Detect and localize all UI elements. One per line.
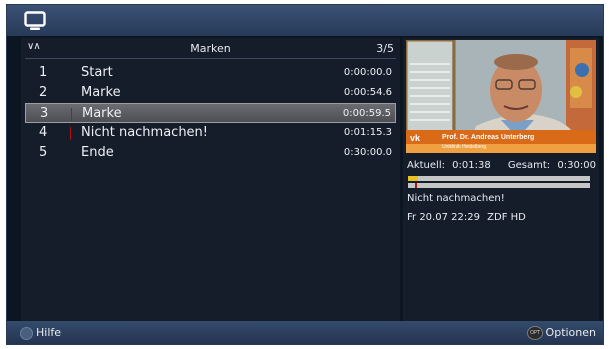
help-label[interactable]: Hilfe [36, 326, 61, 339]
list-title: Marken [190, 42, 231, 55]
list-item[interactable]: 2 Marke 0:00:54.6 [25, 83, 396, 103]
item-name: Nicht nachmachen! [81, 125, 209, 140]
preview-panel: vk Prof. Dr. Andreas Unterberg Uniklinik… [403, 38, 599, 322]
tv-icon [24, 11, 46, 30]
marker-tick [415, 183, 417, 188]
item-time: 0:00:59.5 [342, 108, 391, 119]
help-button-icon[interactable] [20, 327, 33, 340]
item-name: Ende [81, 145, 114, 160]
item-time: 0:30:00.0 [343, 147, 392, 158]
list-item-selected[interactable]: 3 Marke 0:00:59.5 [25, 103, 396, 123]
program-date: Fr 20.07 22:29 ZDF HD [407, 212, 526, 223]
date-text: Fr 20.07 22:29 [407, 212, 480, 223]
progress-bar [408, 176, 590, 181]
marker-indicator [71, 108, 72, 121]
top-bar [7, 5, 603, 36]
caption-sub: Uniklinik Heidelberg [442, 144, 486, 150]
item-name: Marke [82, 106, 122, 121]
item-number: 5 [39, 145, 48, 160]
gesamt-value: 0:30:00 [557, 160, 596, 171]
marker-list-window: ∨∧ Marken 3/5 1 Start 0:00:00.0 2 Marke … [6, 4, 604, 345]
item-time: 0:00:00.0 [343, 67, 392, 78]
channel-name: ZDF HD [487, 212, 526, 223]
list-item[interactable]: 5 Ende 0:30:00.0 [25, 143, 396, 163]
item-number: 4 [39, 125, 48, 140]
marker-bar [408, 183, 590, 188]
header-divider [25, 58, 396, 59]
list-item[interactable]: 4 Nicht nachmachen! 0:01:15.3 [25, 123, 396, 143]
list-item[interactable]: 1 Start 0:00:00.0 [25, 63, 396, 83]
item-time: 0:00:54.6 [343, 87, 392, 98]
channel-logo: vk [410, 133, 421, 143]
time-info: Aktuell: 0:01:38 Gesamt: 0:30:00 [407, 160, 596, 171]
item-number: 2 [39, 85, 48, 100]
item-name: Start [81, 65, 113, 80]
footer-bar: Hilfe OPT Optionen [7, 321, 603, 344]
aktuell-label: Aktuell: [407, 160, 445, 171]
list-position: 3/5 [376, 42, 394, 55]
aktuell-value: 0:01:38 [452, 160, 491, 171]
gesamt-label: Gesamt: [507, 160, 551, 171]
options-label[interactable]: Optionen [546, 326, 596, 339]
list-header: ∨∧ Marken 3/5 [21, 38, 400, 58]
options-button-icon[interactable]: OPT [527, 326, 543, 340]
caption-name: Prof. Dr. Andreas Unterberg [442, 134, 534, 141]
progress-fill [408, 176, 418, 181]
marker-indicator [70, 127, 71, 140]
item-number: 1 [39, 65, 48, 80]
marker-list-panel: ∨∧ Marken 3/5 1 Start 0:00:00.0 2 Marke … [21, 38, 400, 322]
program-title: Nicht nachmachen! [407, 193, 505, 204]
item-number: 3 [40, 106, 49, 121]
item-time: 0:01:15.3 [343, 127, 392, 138]
item-name: Marke [81, 85, 121, 100]
video-preview: vk Prof. Dr. Andreas Unterberg Uniklinik… [406, 40, 596, 153]
